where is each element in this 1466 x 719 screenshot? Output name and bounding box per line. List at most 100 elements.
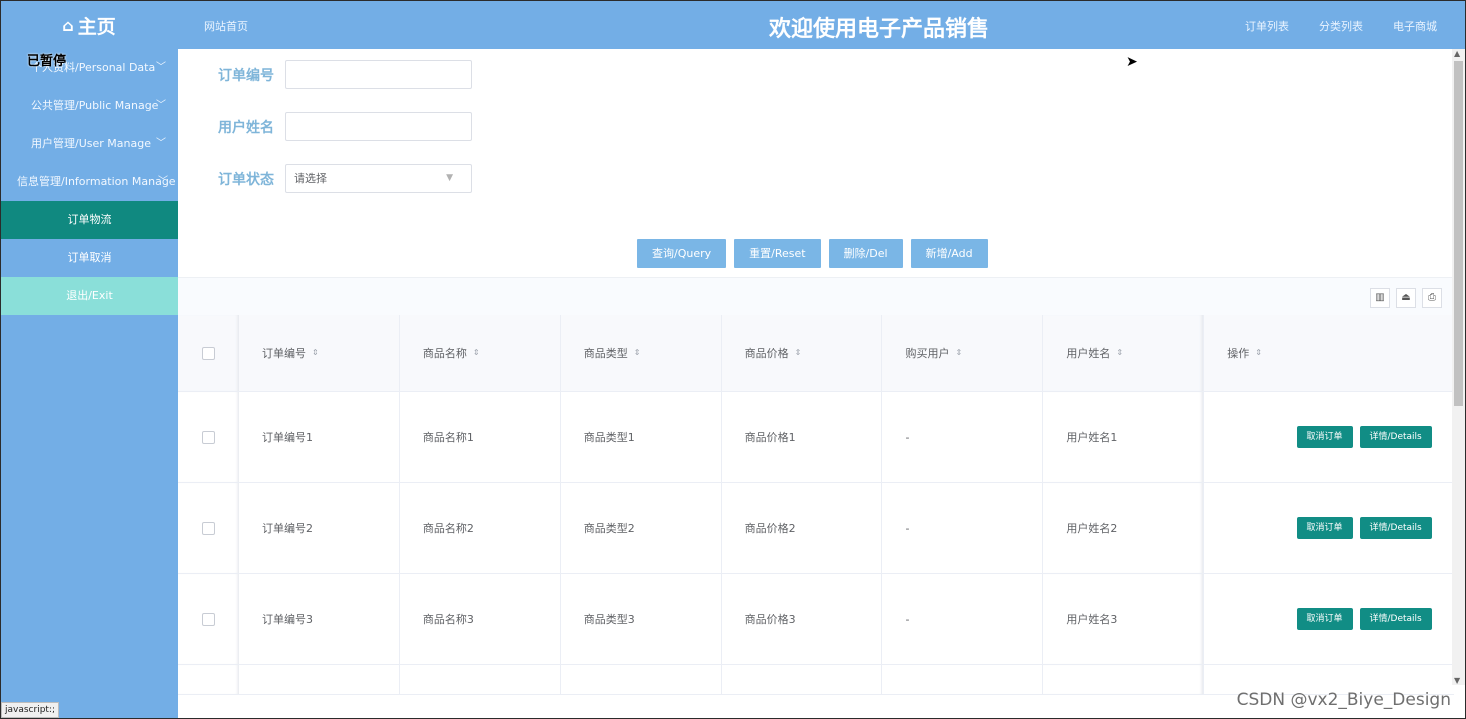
- table-cell: 商品名称3: [400, 574, 561, 664]
- select-all-checkbox[interactable]: [202, 346, 215, 360]
- table-cell: 用户姓名2: [1043, 483, 1205, 573]
- column-header[interactable]: 操作 ⇕: [1204, 315, 1454, 391]
- cancel-order-button[interactable]: 取消订单: [1296, 426, 1353, 448]
- watermark: CSDN @vx2_Biye_Design: [1236, 690, 1451, 710]
- chevron-down-icon: ﹀: [158, 176, 168, 187]
- table-cell: -: [882, 392, 1044, 482]
- table-cell: 商品名称2: [400, 483, 561, 573]
- details-button[interactable]: 详情/Details: [1359, 426, 1432, 448]
- caret-down-icon: ▼: [446, 173, 453, 183]
- table-cell: 订单编号1: [239, 392, 400, 482]
- sidebar-item-label: 用户管理/User Manage: [31, 137, 151, 150]
- nav-category-list[interactable]: 分类列表: [1319, 18, 1363, 34]
- sort-icon[interactable]: ⇕: [312, 349, 319, 357]
- scroll-up-icon[interactable]: ▲: [1454, 49, 1460, 58]
- row-actions: 取消订单 详情/Details: [1204, 483, 1454, 573]
- row-checkbox[interactable]: [202, 430, 215, 444]
- column-header[interactable]: 购买用户 ⇕: [882, 315, 1044, 391]
- table-cell: 商品价格1: [722, 392, 883, 482]
- details-button[interactable]: 详情/Details: [1359, 517, 1432, 539]
- order-status-placeholder: 请选择: [294, 172, 327, 185]
- column-header[interactable]: 商品名称 ⇕: [400, 315, 561, 391]
- vertical-scrollbar[interactable]: ▲ ▼: [1452, 49, 1465, 685]
- column-header[interactable]: 用户姓名 ⇕: [1043, 315, 1205, 391]
- nav-order-list[interactable]: 订单列表: [1245, 18, 1289, 34]
- table-cell: 商品类型1: [561, 392, 722, 482]
- print-icon[interactable]: ⎙: [1422, 288, 1442, 308]
- table-cell: 用户姓名1: [1043, 392, 1205, 482]
- table-row: 订单编号3 商品名称3 商品类型3 商品价格3 - 用户姓名3 取消订单 详情/…: [178, 574, 1454, 665]
- order-status-label: 订单状态: [218, 171, 274, 188]
- sort-icon[interactable]: ⇕: [955, 349, 962, 357]
- sort-icon[interactable]: ⇕: [1255, 349, 1262, 357]
- table-tools: ▥ ⏏ ⎙: [1370, 288, 1442, 308]
- search-form: 订单编号 用户姓名 订单状态 请选择 ▼ 查询/Query 重置/Reset 删…: [178, 49, 1454, 277]
- row-checkbox-cell: [178, 574, 239, 664]
- table-cell: 商品名称1: [400, 392, 561, 482]
- user-name-input[interactable]: [285, 112, 472, 141]
- details-button[interactable]: 详情/Details: [1359, 608, 1432, 630]
- sort-icon[interactable]: ⇕: [1116, 349, 1123, 357]
- column-header[interactable]: 订单编号 ⇕: [239, 315, 400, 391]
- table-row: 订单编号1 商品名称1 商品类型1 商品价格1 - 用户姓名1 取消订单 详情/…: [178, 392, 1454, 483]
- column-header[interactable]: 商品价格 ⇕: [722, 315, 883, 391]
- app-window: ⌂ 主页 网站首页 欢迎使用电子产品销售 订单列表 分类列表 电子商城 个人资料…: [0, 0, 1466, 719]
- column-label: 商品类型: [583, 347, 628, 360]
- chevron-down-icon: ﹀: [156, 138, 166, 149]
- table-row: 订单编号2 商品名称2 商品类型2 商品价格2 - 用户姓名2 取消订单 详情/…: [178, 483, 1454, 574]
- order-no-input[interactable]: [285, 60, 472, 89]
- order-status-select[interactable]: 请选择 ▼: [285, 164, 472, 193]
- sidebar-item-exit[interactable]: 退出/Exit: [1, 277, 178, 315]
- table-cell: 商品类型2: [561, 483, 722, 573]
- sidebar-item-label: 信息管理/Information Manage: [17, 175, 176, 188]
- sort-icon[interactable]: ⇕: [795, 349, 802, 357]
- table-toolbar: ▥ ⏏ ⎙: [178, 277, 1454, 315]
- order-no-row: 订单编号: [218, 60, 472, 89]
- row-checkbox[interactable]: [202, 521, 215, 535]
- scrollbar-thumb[interactable]: [1454, 61, 1463, 406]
- delete-button[interactable]: 删除/Del: [828, 239, 903, 268]
- query-button[interactable]: 查询/Query: [637, 239, 727, 268]
- sidebar-item-user-manage[interactable]: 用户管理/User Manage ﹀: [1, 125, 178, 163]
- row-checkbox[interactable]: [202, 612, 215, 626]
- table-cell: -: [882, 574, 1044, 664]
- export-icon[interactable]: ⏏: [1396, 288, 1416, 308]
- row-actions: 取消订单 详情/Details: [1204, 574, 1454, 664]
- table-cell: 用户姓名3: [1043, 574, 1205, 664]
- table-cell: [882, 665, 1044, 694]
- table-cell: [722, 665, 883, 694]
- reset-button[interactable]: 重置/Reset: [734, 239, 821, 268]
- table-cell: 订单编号3: [239, 574, 400, 664]
- column-label: 用户姓名: [1066, 347, 1111, 360]
- sidebar-item-order-cancel[interactable]: 订单取消: [1, 239, 178, 277]
- table-cell: [400, 665, 561, 694]
- column-label: 商品名称: [422, 347, 467, 360]
- column-label: 操作: [1227, 347, 1250, 360]
- column-label: 商品价格: [744, 347, 789, 360]
- table-cell: [239, 665, 400, 694]
- sidebar-item-order-logistics[interactable]: 订单物流: [1, 201, 178, 239]
- row-checkbox-cell: [178, 665, 239, 694]
- sidebar-item-information-manage[interactable]: 信息管理/Information Manage ﹀: [1, 163, 178, 201]
- scroll-down-icon[interactable]: ▼: [1454, 676, 1460, 685]
- user-name-label: 用户姓名: [218, 119, 274, 136]
- cancel-order-button[interactable]: 取消订单: [1296, 517, 1353, 539]
- cancel-order-button[interactable]: 取消订单: [1296, 608, 1353, 630]
- column-label: 订单编号: [261, 347, 306, 360]
- add-button[interactable]: 新增/Add: [910, 239, 988, 268]
- order-status-row: 订单状态 请选择 ▼: [218, 164, 472, 193]
- nav-mall[interactable]: 电子商城: [1393, 18, 1437, 34]
- status-bar-url: javascript:;: [1, 702, 60, 718]
- sort-icon[interactable]: ⇕: [473, 349, 480, 357]
- chevron-down-icon: ﹀: [156, 100, 166, 111]
- column-header[interactable]: 商品类型 ⇕: [561, 315, 722, 391]
- table-cell: [1043, 665, 1205, 694]
- sort-icon[interactable]: ⇕: [634, 349, 641, 357]
- sidebar-item-public-manage[interactable]: 公共管理/Public Manage ﹀: [1, 87, 178, 125]
- table-cell: -: [882, 483, 1044, 573]
- row-checkbox-cell: [178, 392, 239, 482]
- table-cell: 商品类型3: [561, 574, 722, 664]
- mouse-cursor-icon: ➤: [1126, 54, 1138, 70]
- columns-icon[interactable]: ▥: [1370, 288, 1390, 308]
- table-cell: 商品价格2: [722, 483, 883, 573]
